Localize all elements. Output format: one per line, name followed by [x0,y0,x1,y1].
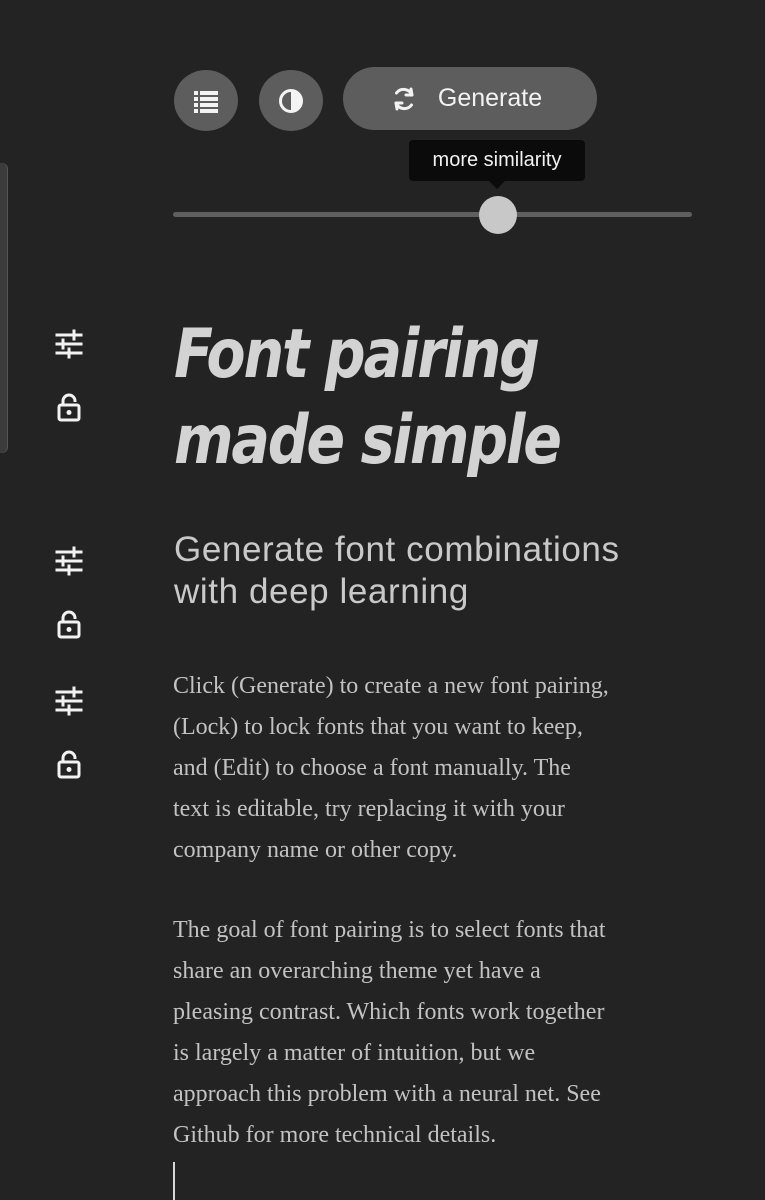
subheading-line: with deep learning [174,572,469,611]
paragraph-line: approach this problem with a neural net.… [173,1081,601,1107]
paragraph-line: Github for more technical details. [173,1122,497,1148]
page-subheading[interactable]: Generate font combinations with deep lea… [174,529,709,613]
similarity-tooltip: more similarity [409,140,585,189]
paragraph-line: is largely a matter of intuition, but we [173,1040,536,1066]
paragraph-line: share an overarching theme yet have a [173,958,541,984]
intro-paragraph[interactable]: Click (Generate) to create a new font pa… [173,666,698,871]
unlocked-padlock-icon[interactable] [54,609,84,639]
font-pairing-page: Generate more similarity Font pairing ma… [0,0,765,1200]
unlocked-padlock-icon[interactable] [54,749,84,779]
sliders-icon[interactable] [54,546,84,576]
contrast-toggle-button[interactable] [259,70,323,131]
generate-button-label: Generate [437,84,543,112]
subheading-line: Generate font combinations [174,530,620,569]
unlocked-padlock-icon[interactable] [54,392,84,422]
list-icon [194,90,218,113]
paragraph-line: text is editable, try replacing it with … [173,796,565,822]
slider-track[interactable] [173,212,692,217]
paragraph-line: company name or other copy. [173,837,458,863]
paragraph-line: Click (Generate) to create a new font pa… [173,673,609,699]
paragraph-line: (Lock) to lock fonts that you want to ke… [173,714,583,740]
page-title[interactable]: Font pairing made simple [174,312,594,484]
details-paragraph[interactable]: The goal of font pairing is to select fo… [173,910,698,1156]
contrast-icon [279,88,303,113]
paragraph-line: pleasing contrast. Which fonts work toge… [173,999,605,1025]
slider-thumb[interactable] [479,196,518,234]
refresh-icon [394,87,414,110]
paragraph-line: and (Edit) to choose a font manually. Th… [173,755,571,781]
headline-line: made simple [174,401,562,480]
paragraph-line: The goal of font pairing is to select fo… [173,917,606,943]
generate-button[interactable]: Generate [343,67,597,130]
sliders-icon[interactable] [54,329,84,359]
headline-line: Font pairing [174,315,540,394]
left-panel-handle[interactable] [0,163,8,453]
similarity-slider[interactable] [173,196,692,234]
font-list-button[interactable] [174,70,238,131]
sliders-icon[interactable] [54,686,84,716]
text-cursor [173,1162,175,1200]
